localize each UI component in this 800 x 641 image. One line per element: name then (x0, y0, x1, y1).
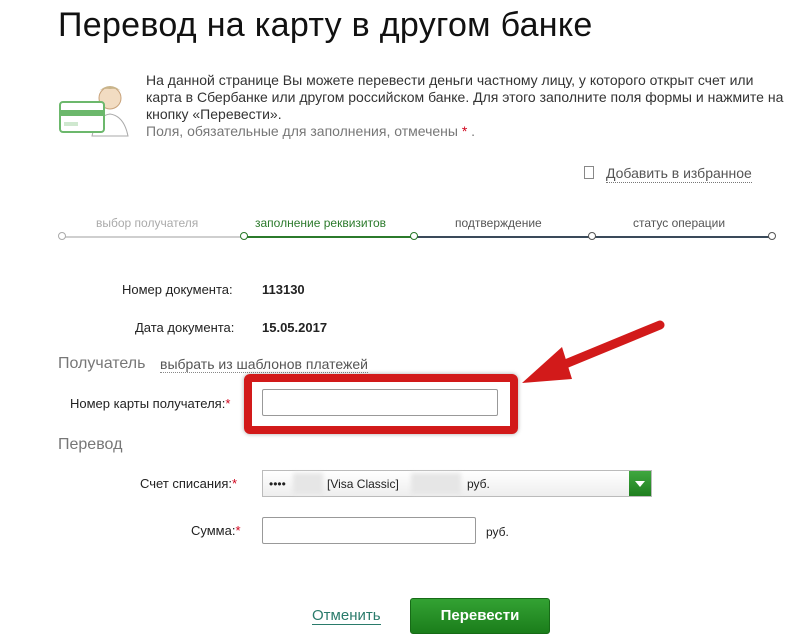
doc-number-label: Номер документа: (122, 282, 233, 297)
doc-date-label: Дата документа: (135, 320, 235, 335)
step-dot-2 (240, 232, 248, 240)
account-card-type: [Visa Classic] (327, 477, 399, 491)
step-track-past (62, 236, 244, 238)
required-mark: * (461, 123, 468, 139)
page-title: Перевод на карту в другом банке (58, 6, 593, 44)
card-user-icon (59, 86, 129, 137)
pointer-arrow (522, 320, 665, 383)
account-required-mark: * (232, 476, 238, 491)
card-number-label-text: Номер карты получателя: (70, 396, 226, 411)
transfer-section-title: Перевод (58, 436, 123, 453)
info-text: На данной странице Вы можете перевести д… (146, 72, 786, 140)
amount-currency: руб. (486, 525, 509, 539)
cancel-link[interactable]: Отменить (312, 607, 381, 625)
card-number-label: Номер карты получателя:* (70, 396, 230, 411)
account-label: Счет списания:* (140, 476, 237, 491)
progress-steps: выбор получателя заполнение реквизитов п… (58, 210, 778, 250)
step-label-2: заполнение реквизитов (255, 216, 387, 230)
favorites-label: Добавить в избранное (606, 165, 752, 183)
account-mask-blur (293, 473, 323, 494)
step-label-3: подтверждение (455, 216, 542, 230)
amount-label: Сумма:* (191, 523, 241, 538)
template-link[interactable]: выбрать из шаблонов платежей (160, 356, 368, 373)
step-label-4: статус операции (633, 216, 726, 230)
step-label-1: выбор получателя (96, 216, 199, 230)
transfer-button[interactable]: Перевести (410, 598, 550, 634)
step-dot-1 (58, 232, 66, 240)
chevron-down-icon (635, 481, 645, 487)
step-dot-3 (410, 232, 418, 240)
account-balance-blur (411, 473, 461, 494)
recipient-section-title: Получатель (58, 355, 146, 372)
account-label-text: Счет списания: (140, 476, 233, 491)
doc-number-value: 113130 (262, 282, 305, 297)
add-to-favorites[interactable]: Добавить в избранное (584, 165, 752, 183)
amount-required-mark: * (235, 523, 241, 538)
account-select[interactable]: •••• [Visa Classic] руб. (262, 470, 652, 497)
bookmark-icon (584, 166, 594, 179)
doc-date-value: 15.05.2017 (262, 320, 328, 335)
info-description: На данной странице Вы можете перевести д… (146, 72, 784, 122)
account-masked-number: •••• (269, 477, 286, 491)
step-dot-4 (588, 232, 596, 240)
step-track-current (244, 236, 414, 238)
card-required-mark: * (225, 396, 231, 411)
dropdown-button[interactable] (629, 471, 651, 496)
account-currency: руб. (467, 477, 490, 491)
step-dot-5 (768, 232, 776, 240)
amount-input[interactable] (262, 517, 476, 544)
highlight-box (244, 374, 518, 434)
amount-label-text: Сумма: (191, 523, 236, 538)
required-note: Поля, обязательные для заполнения, отмеч… (146, 123, 458, 139)
required-note-end: . (471, 123, 476, 139)
